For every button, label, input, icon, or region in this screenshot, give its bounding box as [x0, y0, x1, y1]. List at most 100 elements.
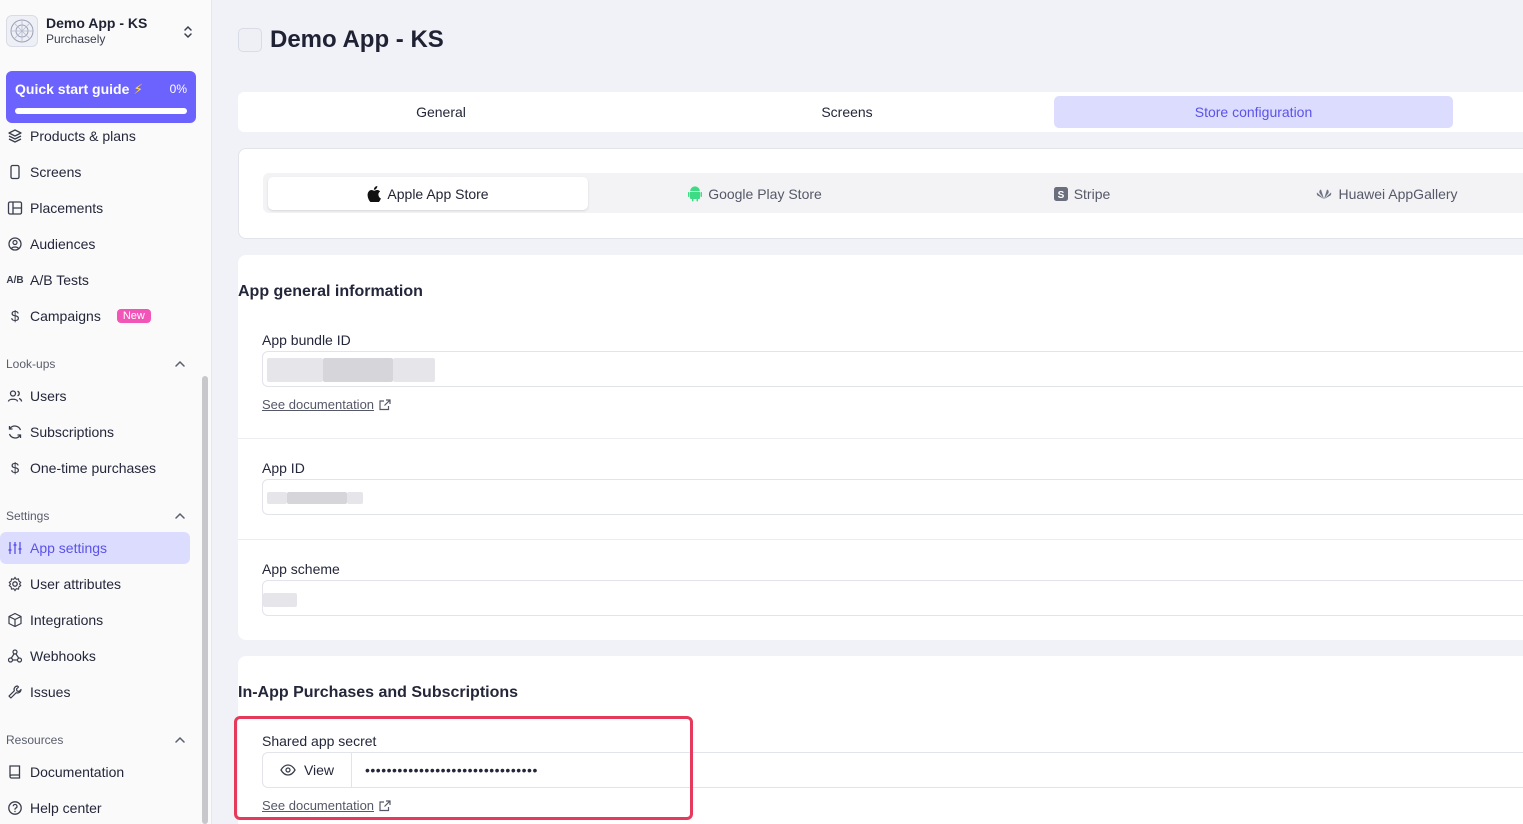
sidebar-item-placements[interactable]: Placements	[0, 192, 190, 224]
section-settings[interactable]: Settings	[6, 506, 186, 526]
section-title: App general information	[238, 283, 423, 300]
sidebar-item-webhooks[interactable]: Webhooks	[0, 640, 190, 672]
store-tab-label: Stripe	[1073, 185, 1111, 202]
sidebar-item-user-attributes[interactable]: User attributes	[0, 568, 190, 600]
dollar-icon: $	[10, 459, 20, 477]
phone-icon	[6, 163, 24, 181]
stripe-icon: S	[1053, 186, 1068, 201]
ab-icon: A/B	[6, 274, 24, 286]
tab-screens[interactable]: Screens	[648, 96, 1046, 128]
sidebar-item-label: Audiences	[30, 236, 96, 252]
sidebar-item-campaigns[interactable]: $ Campaigns New	[0, 300, 190, 332]
section-title: Resources	[6, 733, 64, 747]
redacted-value	[267, 358, 323, 382]
tab-store-configuration[interactable]: Store configuration	[1054, 96, 1453, 128]
redacted-value	[267, 492, 287, 504]
huawei-icon	[1316, 188, 1332, 200]
help-icon	[6, 799, 24, 817]
store-tab-label: Apple App Store	[387, 185, 489, 202]
store-tab-label: Google Play Store	[708, 185, 822, 202]
sidebar-item-ab-tests[interactable]: A/B A/B Tests	[0, 264, 190, 296]
app-logo-icon	[6, 15, 38, 47]
sidebar-item-app-settings[interactable]: App settings	[0, 532, 190, 564]
quick-start-guide[interactable]: Quick start guide ⚡ 0%	[6, 71, 196, 123]
redacted-value	[287, 492, 347, 504]
sidebar-item-label: Help center	[30, 800, 102, 816]
app-scheme-input[interactable]	[262, 580, 1523, 616]
refresh-icon	[6, 423, 24, 441]
book-icon	[6, 763, 24, 781]
chevron-up-icon	[174, 509, 186, 523]
apple-icon	[367, 185, 382, 202]
sidebar-item-label: Campaigns	[30, 308, 101, 324]
sidebar-item-label: Issues	[30, 684, 71, 700]
redacted-value	[393, 358, 435, 382]
store-tab-stripe[interactable]: S Stripe	[922, 177, 1242, 210]
see-documentation-link[interactable]: See documentation	[262, 397, 391, 412]
app-general-info-card: App general information App bundle ID Se…	[238, 255, 1523, 640]
external-link-icon	[379, 398, 391, 411]
link-label: See documentation	[262, 397, 375, 412]
app-name: Demo App - KS	[46, 15, 148, 31]
sidebar-item-issues[interactable]: Issues	[0, 676, 190, 708]
sidebar-scrollbar[interactable]	[202, 376, 208, 824]
sidebar-item-label: User attributes	[30, 576, 122, 592]
sidebar-item-users[interactable]: Users	[0, 380, 190, 412]
divider	[238, 438, 1523, 439]
sidebar-item-label: App settings	[30, 540, 108, 556]
svg-text:S: S	[1057, 190, 1064, 201]
sidebar-item-one-time-purchases[interactable]: $ One-time purchases	[0, 452, 190, 484]
sidebar-item-label: Placements	[30, 200, 104, 216]
highlight-box	[234, 716, 693, 820]
new-badge: New	[116, 309, 151, 323]
store-tab-google-play[interactable]: Google Play Store	[595, 177, 915, 210]
page-header: Demo App - KS	[238, 26, 444, 54]
section-lookups[interactable]: Look-ups	[6, 354, 186, 374]
tab-general[interactable]: General	[242, 96, 640, 128]
page-title: Demo App - KS	[270, 26, 444, 53]
lightning-icon: ⚡	[133, 81, 144, 97]
chevron-updown-icon	[182, 24, 194, 45]
sidebar-item-products-plans[interactable]: Products & plans	[0, 124, 190, 152]
sidebar-item-integrations[interactable]: Integrations	[0, 604, 190, 636]
sidebar-item-label: Subscriptions	[30, 424, 115, 440]
section-title: Look-ups	[6, 357, 56, 371]
target-icon	[6, 235, 24, 253]
store-selector: Apple App Store Google Play Store S Stri…	[263, 173, 1523, 213]
sidebar-item-label: Products & plans	[30, 128, 136, 144]
android-icon	[688, 185, 703, 202]
sidebar-item-label: Screens	[30, 164, 82, 180]
section-title: Settings	[6, 509, 50, 523]
chevron-up-icon	[174, 357, 186, 371]
redacted-value	[263, 593, 297, 607]
bundle-id-label: App bundle ID	[262, 332, 351, 348]
redacted-value	[347, 492, 363, 504]
sidebar-item-documentation[interactable]: Documentation	[0, 756, 190, 788]
section-resources[interactable]: Resources	[6, 730, 186, 750]
settings-tabs: General Screens Store configuration	[238, 92, 1523, 132]
box-icon	[6, 611, 24, 629]
chevron-up-icon	[174, 733, 186, 747]
sidebar-item-audiences[interactable]: Audiences	[0, 228, 190, 260]
app-logo-icon	[238, 28, 262, 52]
app-scheme-label: App scheme	[262, 561, 340, 577]
sidebar-item-help-center[interactable]: Help center	[0, 792, 190, 824]
app-switcher[interactable]: Demo App - KS Purchasely	[0, 0, 206, 62]
store-selector-card: Apple App Store Google Play Store S Stri…	[238, 148, 1523, 239]
sidebar: Demo App - KS Purchasely Quick start gui…	[0, 0, 212, 824]
gear-icon	[6, 575, 24, 593]
sidebar-item-label: One-time purchases	[30, 460, 157, 476]
store-tab-apple[interactable]: Apple App Store	[268, 177, 588, 210]
sidebar-item-label: Documentation	[30, 764, 125, 780]
sidebar-item-subscriptions[interactable]: Subscriptions	[0, 416, 190, 448]
sidebar-item-screens[interactable]: Screens	[0, 156, 190, 188]
layout-icon	[6, 199, 24, 217]
divider	[238, 539, 1523, 540]
app-id-input[interactable]	[262, 479, 1523, 515]
progress-bar	[15, 108, 187, 114]
bundle-id-input[interactable]	[262, 351, 1523, 387]
dollar-icon: $	[10, 307, 20, 325]
store-tab-huawei[interactable]: Huawei AppGallery	[1249, 177, 1523, 210]
layers-icon	[6, 127, 24, 145]
sidebar-nav: Products & plans Screens Placements Audi…	[0, 124, 198, 824]
